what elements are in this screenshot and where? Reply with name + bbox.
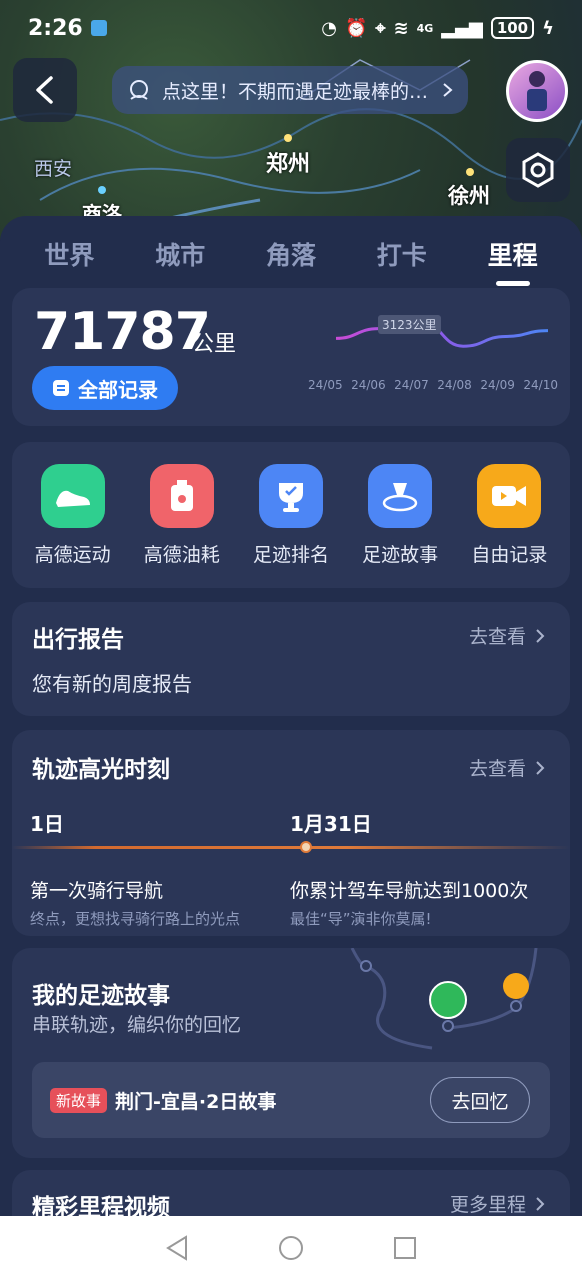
- new-story-badge: 新故事: [50, 1087, 108, 1113]
- wifi-icon: ≋: [393, 17, 409, 39]
- story-subtitle: 串联轨迹，编织你的回忆: [32, 1014, 242, 1036]
- tool-label: 足迹故事: [362, 543, 439, 566]
- back-button[interactable]: [13, 58, 77, 122]
- x-tick-label: 24/07: [394, 378, 429, 392]
- x-tick-label: 24/10: [523, 378, 558, 392]
- x-tick-label: 24/06: [351, 378, 386, 392]
- tab-checkin[interactable]: 打卡: [346, 236, 457, 272]
- status-bar: 2:26 ◔ ⏰ ⌖ ≋ 4G ▂▄▆ 100 ϟ: [0, 0, 582, 56]
- chart-x-axis: 24/05 24/06 24/07 24/08 24/09 24/10: [308, 378, 558, 392]
- tab-mileage[interactable]: 里程: [457, 236, 568, 272]
- settings-button[interactable]: [506, 138, 570, 202]
- report-subtitle: 您有新的周度报告: [32, 672, 192, 696]
- highlight-card[interactable]: 轨迹高光时刻 去查看 1日 1月31日 第一次骑行导航 你累计驾车导航达到100…: [12, 730, 570, 936]
- document-icon: [53, 380, 69, 396]
- location-icon: ⌖: [375, 17, 386, 39]
- tool-ranking[interactable]: 足迹排名: [239, 463, 343, 567]
- timeline-date: 1月31日: [290, 812, 372, 836]
- footprint-story-card[interactable]: 我的足迹故事 串联轨迹，编织你的回忆 新故事 荆门-宜昌·2日故事 去回忆: [12, 948, 570, 1158]
- network-label: 4G: [416, 21, 434, 35]
- chart-peak-label: 3123公里: [378, 315, 441, 334]
- telegram-icon: [90, 20, 107, 36]
- main-sheet: 世界 城市 角落 打卡 里程 71787 公里 全部记录 3123公里 24/0…: [0, 216, 582, 1216]
- chevron-left-icon: [36, 76, 53, 104]
- all-records-label: 全部记录: [78, 377, 158, 402]
- report-view-label: 去查看: [468, 626, 526, 648]
- speed-icon: ◔: [321, 17, 337, 39]
- chevron-right-icon: [536, 1196, 545, 1211]
- tool-fuel[interactable]: 高德油耗: [130, 463, 234, 567]
- story-item[interactable]: 新故事 荆门-宜昌·2日故事 去回忆: [32, 1062, 550, 1138]
- highlight-view-label: 去查看: [468, 758, 526, 780]
- chevron-right-icon: [536, 760, 545, 775]
- battery-indicator: 100: [490, 17, 535, 39]
- nav-back-icon[interactable]: [164, 1234, 190, 1262]
- report-view-link[interactable]: 去查看: [469, 622, 546, 649]
- banner-text: 点这里！不期而遇足迹最棒的…: [162, 80, 429, 103]
- tab-bar: 世界 城市 角落 打卡 里程: [0, 216, 582, 292]
- timeline-event[interactable]: 第一次骑行导航: [30, 876, 163, 903]
- avatar[interactable]: [506, 60, 568, 122]
- total-mileage: 71787: [34, 302, 211, 362]
- x-tick-label: 24/09: [480, 378, 515, 392]
- highlight-title: 轨迹高光时刻: [32, 757, 170, 783]
- timeline-event[interactable]: 你累计驾车导航达到1000次: [290, 876, 528, 903]
- nav-recents-icon[interactable]: [392, 1235, 418, 1261]
- revisit-button[interactable]: 去回忆: [430, 1077, 530, 1123]
- timeline-dot: [300, 841, 312, 853]
- promo-banner[interactable]: 点这里！不期而遇足迹最棒的…: [112, 66, 468, 114]
- tab-corner[interactable]: 角落: [236, 236, 347, 272]
- video-more-link[interactable]: 更多里程: [450, 1190, 546, 1216]
- highlight-view-link[interactable]: 去查看: [469, 754, 546, 781]
- tool-label: 高德运动: [34, 543, 111, 566]
- all-records-button[interactable]: 全部记录: [32, 366, 178, 410]
- chevron-right-icon: [536, 628, 545, 643]
- tool-label: 足迹排名: [252, 543, 329, 566]
- status-time: 2:26: [28, 15, 83, 41]
- tools-card: 高德运动 高德油耗 足迹排名 足迹故事 自由记录: [12, 442, 570, 588]
- tab-city[interactable]: 城市: [125, 236, 236, 272]
- mascot-icon: [130, 80, 148, 100]
- video-title: 精彩里程视频: [32, 1195, 170, 1216]
- tool-free-record[interactable]: 自由记录: [457, 463, 561, 567]
- signal-icon: ▂▄▆: [441, 17, 483, 39]
- video-more-label: 更多里程: [449, 1194, 526, 1216]
- timeline-desc: 终点，更想找寻骑行路上的光点: [30, 910, 241, 928]
- mileage-unit: 公里: [192, 332, 237, 357]
- mileage-card[interactable]: 71787 公里 全部记录 3123公里 24/05 24/06 24/07 24/0…: [12, 288, 570, 426]
- timeline-date: 1日: [30, 812, 64, 836]
- hexagon-settings-icon: [522, 152, 554, 188]
- map-city-label: 西安: [34, 158, 73, 180]
- tool-label: 自由记录: [471, 543, 548, 566]
- tool-label: 高德油耗: [143, 543, 220, 566]
- system-nav-bar: [0, 1216, 582, 1280]
- x-tick-label: 24/05: [308, 378, 343, 392]
- video-record-icon: [477, 463, 542, 528]
- footprint-story-icon: [368, 463, 433, 528]
- shoe-icon: [40, 463, 105, 528]
- tool-sport[interactable]: 高德运动: [21, 463, 125, 567]
- tab-world[interactable]: 世界: [14, 236, 125, 272]
- travel-report-card[interactable]: 出行报告 去查看 您有新的周度报告: [12, 602, 570, 716]
- story-title: 我的足迹故事: [32, 983, 170, 1009]
- chevron-right-icon: [443, 83, 453, 97]
- charging-icon: ϟ: [542, 17, 554, 39]
- trophy-icon: [258, 463, 323, 528]
- x-tick-label: 24/08: [437, 378, 472, 392]
- tool-story[interactable]: 足迹故事: [348, 463, 452, 567]
- map-city-label: 郑州: [266, 152, 311, 177]
- report-title: 出行报告: [32, 627, 124, 653]
- timeline-line: [12, 846, 570, 849]
- map-city-label: 徐州: [448, 184, 490, 208]
- story-name: 荆门-宜昌·2日故事: [115, 1090, 277, 1113]
- timeline-desc: 最佳“导”演非你莫属!: [290, 910, 432, 928]
- fuel-icon: [149, 463, 214, 528]
- mileage-video-card[interactable]: 精彩里程视频 更多里程: [12, 1170, 570, 1216]
- avatar-figure-icon: [527, 71, 547, 111]
- nav-home-icon[interactable]: [277, 1234, 305, 1262]
- alarm-icon: ⏰: [344, 17, 368, 39]
- trend-line: [335, 320, 549, 348]
